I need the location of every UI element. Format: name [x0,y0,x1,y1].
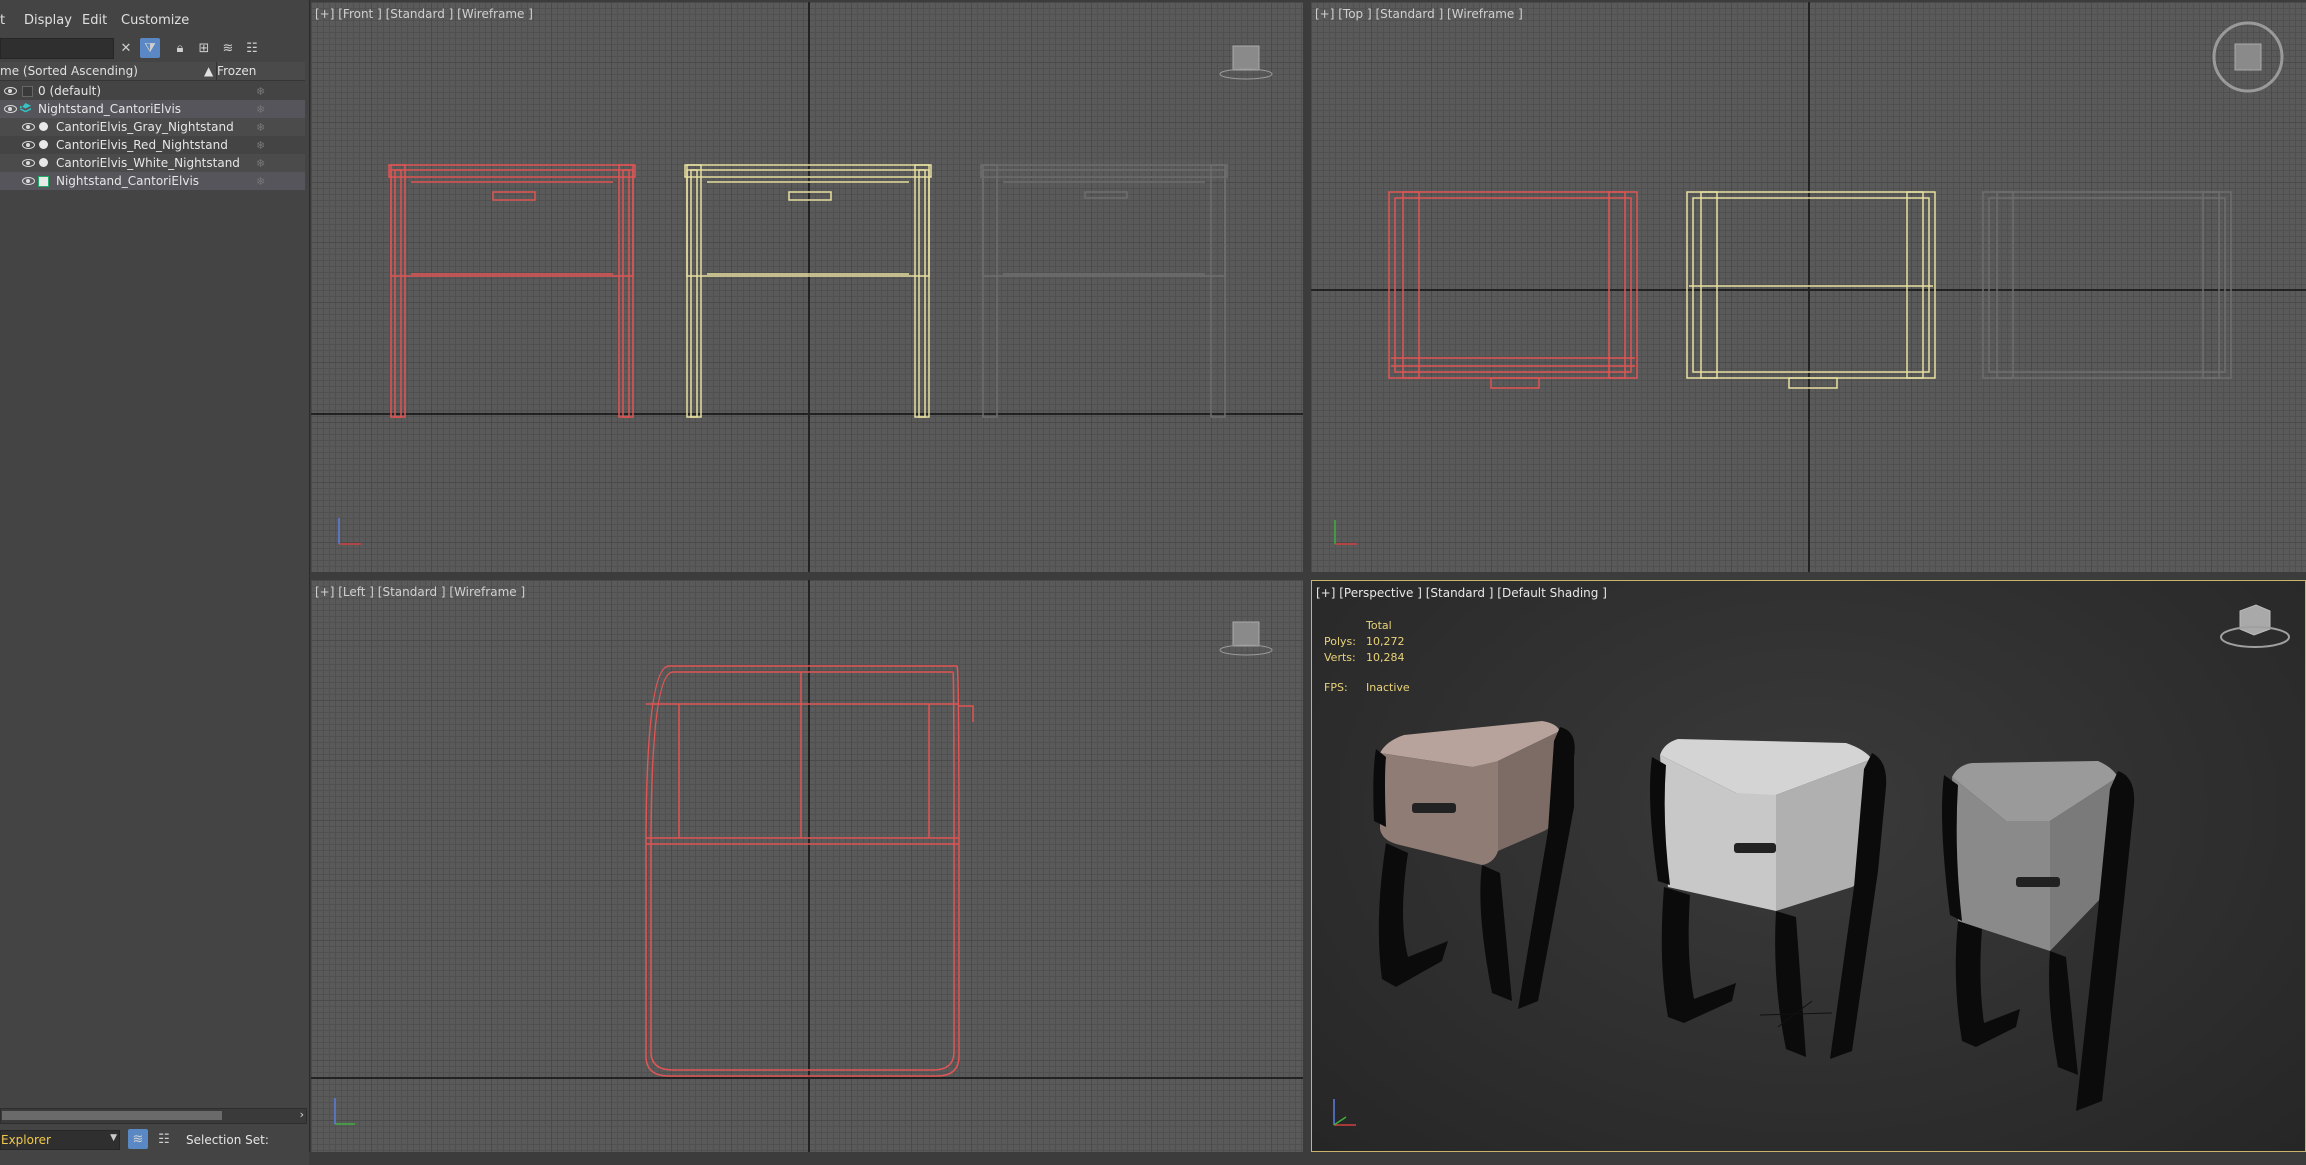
freeze-icon[interactable]: ❄ [256,139,265,152]
gray-nightstand-top[interactable] [1982,191,2232,379]
tree-row-label: CantoriElvis_White_Nightstand [56,156,240,170]
viewport-top[interactable]: [+] [Top ] [Standard ] [Wireframe ] [1311,2,2306,572]
column-header: me (Sorted Ascending) ▲ Frozen [0,62,305,81]
filter-icon[interactable]: ⧩ [140,38,160,58]
tree-row-label: Nightstand_CantoriElvis [38,102,182,116]
white-nightstand-render[interactable] [1650,739,1887,1059]
hierarchy-icon[interactable]: ☷ [242,38,262,58]
tree-row-nightstand-layer[interactable]: Nightstand_CantoriElvis ❄ [0,100,305,118]
eye-icon[interactable] [4,85,17,95]
viewport-label-front[interactable]: [+] [Front ] [Standard ] [Wireframe ] [315,7,533,21]
stats-verts-value: 10,284 [1366,651,1405,664]
layer-stack-icon [20,103,31,113]
viewport-left[interactable]: [+] [Left ] [Standard ] [Wireframe ] [311,580,1303,1152]
viewport-label-top[interactable]: [+] [Top ] [Standard ] [Wireframe ] [1315,7,1523,21]
eye-icon[interactable] [22,121,35,131]
left-wireframe [311,580,1303,1152]
explorer-toolbar: ✕ ⧩ 🔒︎ ⊞ ≋ ☷ [0,34,309,60]
selection-set-label: Selection Set: [186,1133,269,1147]
freeze-icon[interactable]: ❄ [256,85,265,98]
tree-row-default-layer[interactable]: 0 (default) ❄ [0,82,305,100]
object-icon [39,140,48,149]
axis-gizmo [1334,520,1357,545]
menu-select[interactable]: t [0,13,5,28]
eye-icon[interactable] [22,175,35,185]
stats-fps-label: FPS: [1324,681,1348,694]
viewcube-icon[interactable] [1219,45,1273,80]
freeze-icon[interactable]: ❄ [256,103,265,116]
object-icon [39,158,48,167]
viewport-perspective[interactable]: [+] [Perspective ] [Standard ] [Default … [1311,580,2306,1152]
axis-gizmo [334,1098,355,1125]
column-name-header[interactable]: me (Sorted Ascending) [0,64,138,78]
red-nightstand-front[interactable] [388,164,636,418]
column-divider[interactable] [216,62,217,80]
gray-nightstand-render[interactable] [1942,761,2135,1111]
search-input[interactable] [0,38,114,59]
scrollbar-thumb[interactable] [2,1111,222,1120]
tree-row-label: Nightstand_CantoriElvis [56,174,200,188]
explorer-bottom-bar: Explorer ▼ ≋ ☷ Selection Set: [0,1128,309,1152]
new-layer-icon[interactable]: ⊞ [194,38,214,58]
group-icon [38,176,49,187]
tree-row-white-nightstand[interactable]: CantoriElvis_White_Nightstand ❄ [0,154,305,172]
tree-row-nightstand-group[interactable]: Nightstand_CantoriElvis ❄ [0,172,305,190]
chevron-down-icon: ▼ [110,1133,117,1143]
app-window: t Display Edit Customize ✕ ⧩ 🔒︎ ⊞ ≋ ☷ me… [0,0,2306,1165]
lock-icon[interactable]: 🔒︎ [170,38,190,58]
explorer-menubar: t Display Edit Customize [0,10,309,32]
menu-edit[interactable]: Edit [82,13,107,28]
red-nightstand-render[interactable] [1373,721,1575,1009]
viewport-front[interactable]: [+] [Front ] [Standard ] [Wireframe ] [311,2,1303,572]
explorer-select-label: Explorer [1,1133,51,1147]
compass-viewcube-icon[interactable] [2212,21,2284,93]
scene-explorer-icon[interactable]: ☷ [154,1129,174,1149]
freeze-icon[interactable]: ❄ [256,157,265,170]
freeze-icon[interactable]: ❄ [256,121,265,134]
horizontal-scrollbar[interactable]: › [0,1108,307,1124]
scroll-right-icon[interactable]: › [300,1108,304,1121]
tree-row-gray-nightstand[interactable]: CantoriElvis_Gray_Nightstand ❄ [0,118,305,136]
stats-polys-value: 10,272 [1366,635,1405,648]
viewport-label-left[interactable]: [+] [Left ] [Standard ] [Wireframe ] [315,585,525,599]
layer-icon [22,86,33,97]
menu-customize[interactable]: Customize [121,13,189,28]
object-icon [39,122,48,131]
layer-explorer-icon[interactable]: ≋ [128,1129,148,1149]
stats-fps-value: Inactive [1366,681,1410,694]
tree-row-red-nightstand[interactable]: CantoriElvis_Red_Nightstand ❄ [0,136,305,154]
axis-gizmo [338,518,361,545]
eye-icon[interactable] [4,103,17,113]
stats-total-label: Total [1366,619,1392,632]
layers-icon[interactable]: ≋ [218,38,238,58]
viewport-label-perspective[interactable]: [+] [Perspective ] [Standard ] [Default … [1316,586,1607,600]
menu-display[interactable]: Display [24,13,72,28]
tree-row-label: CantoriElvis_Red_Nightstand [56,138,228,152]
clear-filter-icon[interactable]: ✕ [116,38,136,58]
tree-row-label: 0 (default) [38,84,102,98]
tree-row-label: CantoriElvis_Gray_Nightstand [56,120,234,134]
eye-icon[interactable] [22,139,35,149]
stats-verts-label: Verts: [1324,651,1356,664]
viewcube-icon[interactable] [1219,621,1273,656]
perspective-render [1333,604,2290,1126]
scene-explorer-panel: t Display Edit Customize ✕ ⧩ 🔒︎ ⊞ ≋ ☷ me… [0,0,310,1165]
eye-icon[interactable] [22,157,35,167]
front-wireframe [311,2,1303,572]
status-bar [309,1152,2306,1165]
freeze-icon[interactable]: ❄ [256,175,265,188]
top-wireframe [1311,2,2306,572]
explorer-select[interactable]: Explorer ▼ [0,1130,120,1150]
column-frozen-header[interactable]: ▲ Frozen [204,64,256,78]
axis-gizmo [1333,1099,1356,1126]
gray-nightstand-front[interactable] [980,164,1228,418]
stats-polys-label: Polys: [1324,635,1356,648]
viewcube-icon[interactable] [2220,604,2290,648]
